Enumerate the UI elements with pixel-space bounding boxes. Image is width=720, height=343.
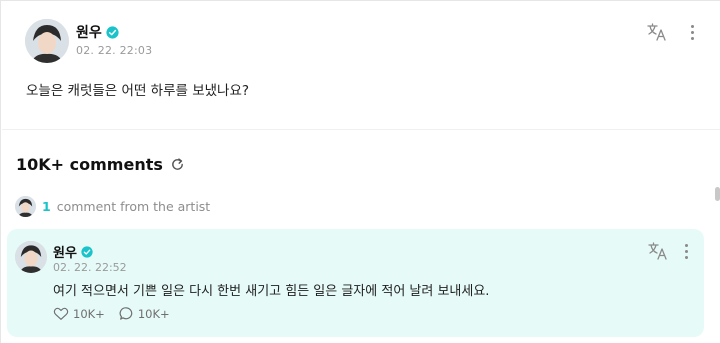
artist-comment-label: comment from the artist (56, 199, 211, 214)
post-body: 오늘은 캐럿들은 어떤 하루를 보냈나요? (26, 83, 250, 99)
like-button[interactable]: 10K+ (53, 306, 105, 321)
like-count: 10K+ (73, 306, 105, 321)
verified-badge-icon (106, 25, 119, 39)
reply-button[interactable]: 10K+ (119, 306, 170, 321)
divider (2, 129, 720, 130)
artist-comment-card: 원우 02. 22. 22:52 여기 적으면서 기쁜 일은 다시 한번 새기고… (7, 229, 704, 337)
translate-icon[interactable] (647, 241, 669, 261)
heart-icon (53, 307, 69, 320)
comment-body: 여기 적으면서 기쁜 일은 다시 한번 새기고 힘든 일은 글자에 적어 날려 … (53, 284, 490, 299)
author-name[interactable]: 원우 (76, 22, 102, 42)
speech-bubble-icon (119, 307, 133, 320)
more-vertical-icon[interactable] (685, 22, 699, 42)
artist-comments-filter[interactable]: 1 comment from the artist (15, 196, 210, 217)
artist-avatar (15, 196, 36, 217)
comments-title: 10K+ comments (16, 155, 163, 174)
refresh-icon[interactable] (170, 157, 185, 172)
comment-timestamp: 02. 22. 22:52 (53, 261, 127, 274)
author-avatar[interactable] (25, 19, 69, 63)
reply-count: 10K+ (137, 306, 170, 321)
post-panel: 원우 02. 22. 22:03 오늘은 캐럿들은 어떤 하루를 보냈나요? 1… (0, 0, 720, 343)
translate-icon[interactable] (646, 22, 668, 42)
scrollbar-thumb[interactable] (715, 187, 720, 201)
verified-badge-icon (81, 245, 93, 258)
artist-comment-count: 1 (42, 199, 51, 214)
comment-author-avatar[interactable] (15, 241, 47, 273)
more-vertical-icon[interactable] (679, 241, 693, 261)
post-timestamp: 02. 22. 22:03 (76, 44, 153, 57)
comment-author-name[interactable]: 원우 (53, 242, 77, 261)
